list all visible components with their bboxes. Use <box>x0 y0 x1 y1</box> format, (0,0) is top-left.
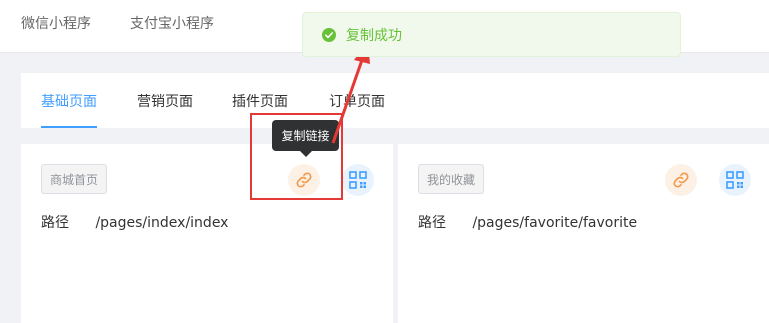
check-circle-icon <box>322 27 336 42</box>
page-path-value: /pages/index/index <box>95 215 229 231</box>
toast-message: 复制成功 <box>346 27 402 44</box>
page-path-row: 路径 /pages/favorite/favorite <box>418 212 637 232</box>
page-path-value: /pages/favorite/favorite <box>472 215 638 231</box>
path-label: 路径 <box>418 215 446 231</box>
tab-basic-pages[interactable]: 基础页面 <box>41 91 97 111</box>
tab-plugin-pages[interactable]: 插件页面 <box>232 91 288 111</box>
copy-link-button[interactable] <box>665 164 697 196</box>
page-tag-home[interactable]: 商城首页 <box>41 164 108 194</box>
page-path-row: 路径 /pages/index/index <box>41 212 228 232</box>
active-tab-indicator <box>41 126 97 128</box>
qrcode-icon <box>349 171 367 189</box>
tab-wechat-miniprogram[interactable]: 微信小程序 <box>21 13 91 33</box>
tab-marketing-pages[interactable]: 营销页面 <box>137 91 193 111</box>
tooltip-text: 复制链接 <box>281 129 330 143</box>
copy-link-tooltip: 复制链接 <box>272 120 339 157</box>
qrcode-button[interactable] <box>719 164 751 196</box>
qrcode-icon <box>726 171 744 189</box>
qrcode-button[interactable] <box>342 164 374 196</box>
path-label: 路径 <box>41 215 69 231</box>
page-card-favorite: 我的收藏 路径 /pages/favorite/favorite <box>398 144 769 323</box>
tab-alipay-miniprogram[interactable]: 支付宝小程序 <box>130 13 214 33</box>
success-toast: 复制成功 <box>302 12 681 57</box>
tab-order-pages[interactable]: 订单页面 <box>329 91 385 111</box>
page-category-tabs: 基础页面 营销页面 插件页面 订单页面 <box>21 73 769 128</box>
link-icon <box>673 172 689 188</box>
page-tag-favorite[interactable]: 我的收藏 <box>418 164 485 194</box>
